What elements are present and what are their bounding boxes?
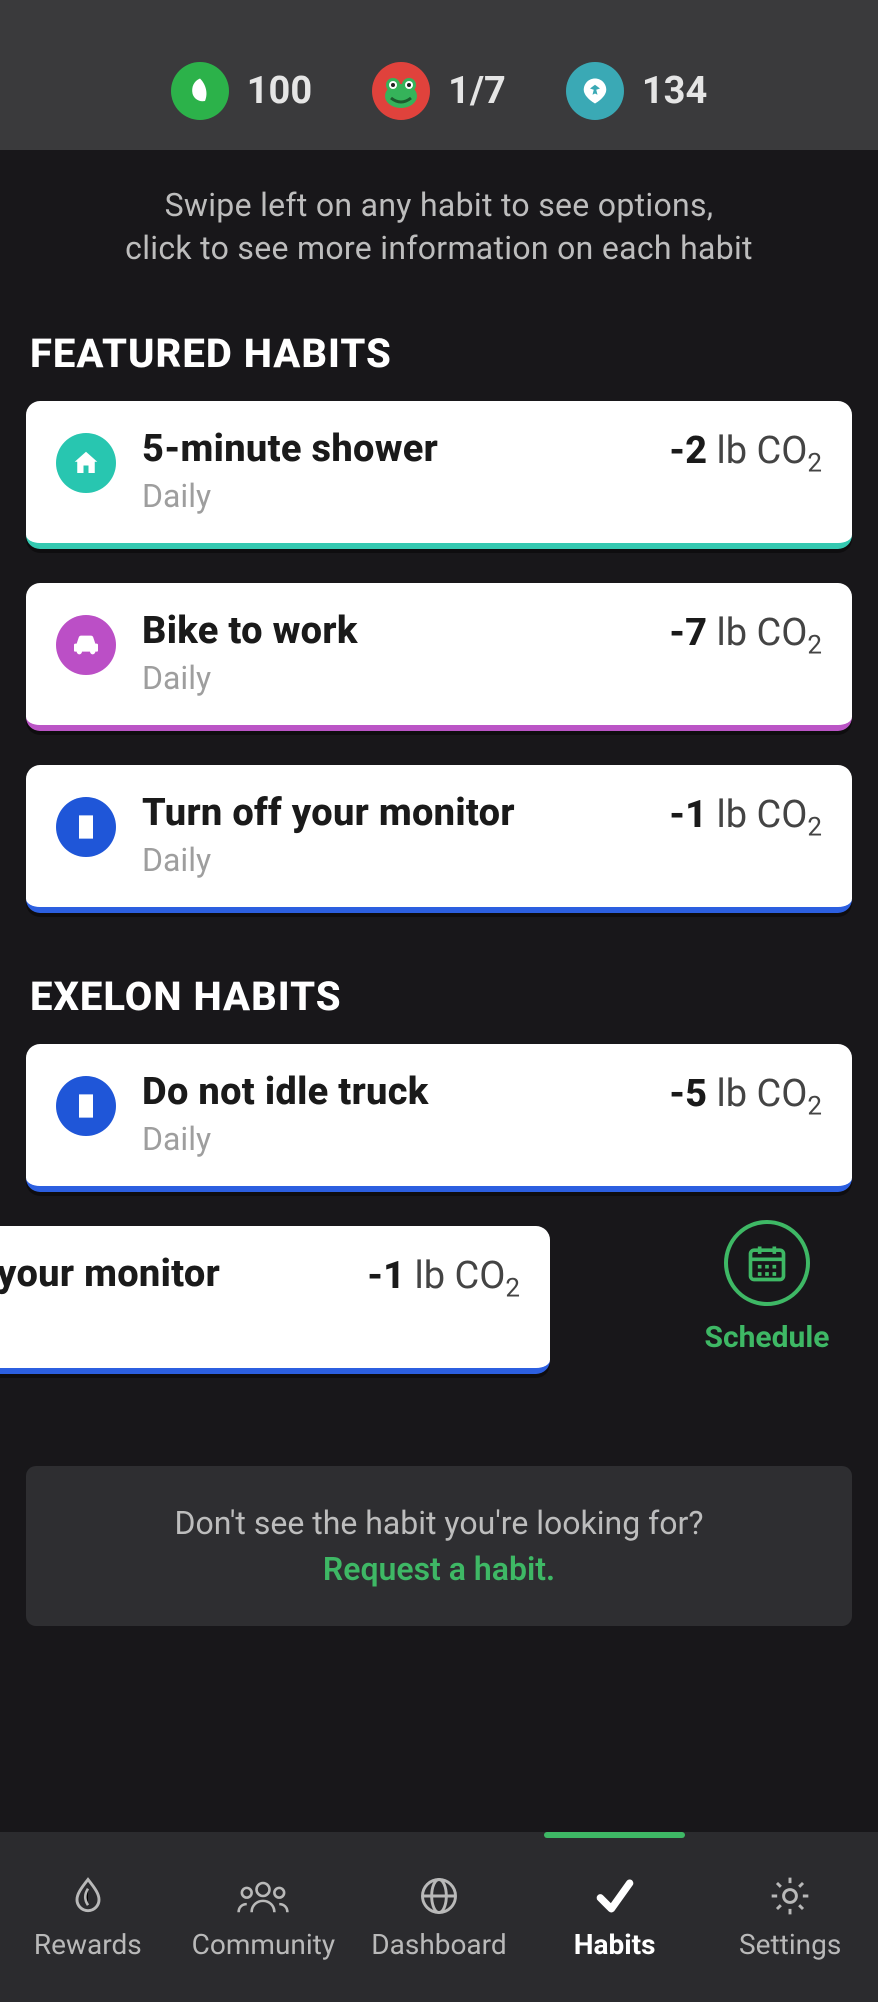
stat-streak[interactable]: 1/7 xyxy=(372,62,506,120)
stat-points-value: 100 xyxy=(247,69,312,113)
habit-title: urn off your monitor xyxy=(0,1252,341,1296)
top-stat-bar: 100 1/7 134 xyxy=(0,0,878,150)
habit-impact: -5 lb CO2 xyxy=(669,1072,822,1122)
calendar-icon xyxy=(724,1220,810,1306)
gear-icon xyxy=(768,1874,812,1918)
habit-impact: -7 lb CO2 xyxy=(669,611,822,661)
habit-impact: -1 lb CO2 xyxy=(367,1254,520,1304)
travel-badge-icon xyxy=(566,62,624,120)
habit-card[interactable]: Bike to work Daily -7 lb CO2 xyxy=(26,583,852,731)
exelon-section-title: EXELON HABITS xyxy=(30,973,852,1020)
stat-points[interactable]: 100 xyxy=(171,62,312,120)
stat-streak-value: 1/7 xyxy=(448,69,506,113)
habit-frequency: Daily xyxy=(142,659,643,697)
hint-text: Swipe left on any habit to see options, … xyxy=(26,184,852,300)
leaf-badge-icon xyxy=(171,62,229,120)
stat-coins[interactable]: 134 xyxy=(566,62,707,120)
main-content: Swipe left on any habit to see options, … xyxy=(0,150,878,1626)
people-icon xyxy=(237,1874,289,1918)
request-habit-box[interactable]: Don't see the habit you're looking for? … xyxy=(26,1466,852,1626)
habit-title: Do not idle truck xyxy=(142,1070,643,1114)
featured-section-title: FEATURED HABITS xyxy=(30,330,852,377)
hint-line-2: click to see more information on each ha… xyxy=(56,227,822,270)
habit-title: Bike to work xyxy=(142,609,643,653)
habit-impact-value: -7 xyxy=(669,611,707,655)
habit-impact-value: -2 xyxy=(669,429,707,473)
schedule-action[interactable]: Schedule xyxy=(682,1220,852,1355)
nav-rewards[interactable]: Rewards xyxy=(0,1832,176,2002)
request-link[interactable]: Request a habit. xyxy=(46,1550,832,1588)
habit-card[interactable]: Turn off your monitor Daily -1 lb CO2 xyxy=(26,765,852,913)
nav-settings[interactable]: Settings xyxy=(702,1832,878,2002)
car-icon xyxy=(56,615,116,675)
check-icon xyxy=(591,1874,639,1918)
habit-frequency: Daily xyxy=(142,841,643,879)
request-prompt: Don't see the habit you're looking for? xyxy=(46,1504,832,1542)
nav-habits[interactable]: Habits xyxy=(527,1832,703,2002)
habit-card[interactable]: 5-minute shower Daily -2 lb CO2 xyxy=(26,401,852,549)
home-icon xyxy=(56,433,116,493)
habit-impact-value: -1 xyxy=(367,1254,405,1298)
habit-impact-value: -5 xyxy=(669,1072,707,1116)
nav-community[interactable]: Community xyxy=(176,1832,352,2002)
building-icon xyxy=(56,797,116,857)
swiped-habit-row: urn off your monitor ly -1 lb CO2 Schedu… xyxy=(26,1226,852,1396)
habit-frequency: Daily xyxy=(142,477,643,515)
habit-title: 5-minute shower xyxy=(142,427,643,471)
frog-badge-icon xyxy=(372,62,430,120)
leaf-drop-icon xyxy=(66,1874,110,1918)
globe-icon xyxy=(417,1874,461,1918)
habit-impact: -2 lb CO2 xyxy=(669,429,822,479)
nav-label: Habits xyxy=(574,1928,656,1961)
bottom-nav: Rewards Community Dashboard Habits Setti… xyxy=(0,1832,878,2002)
nav-label: Rewards xyxy=(34,1928,142,1961)
building-icon xyxy=(56,1076,116,1136)
nav-label: Dashboard xyxy=(371,1928,506,1961)
nav-dashboard[interactable]: Dashboard xyxy=(351,1832,527,2002)
nav-label: Settings xyxy=(739,1928,841,1961)
habit-card[interactable]: Do not idle truck Daily -5 lb CO2 xyxy=(26,1044,852,1192)
stat-coins-value: 134 xyxy=(642,69,707,113)
habit-card-swiped[interactable]: urn off your monitor ly -1 lb CO2 xyxy=(0,1226,550,1374)
habit-impact: -1 lb CO2 xyxy=(669,793,822,843)
schedule-label: Schedule xyxy=(705,1320,830,1355)
habit-frequency: ly xyxy=(0,1302,341,1340)
habit-frequency: Daily xyxy=(142,1120,643,1158)
habit-impact-value: -1 xyxy=(669,793,707,837)
hint-line-1: Swipe left on any habit to see options, xyxy=(56,184,822,227)
nav-label: Community xyxy=(192,1928,335,1961)
habit-title: Turn off your monitor xyxy=(142,791,643,835)
